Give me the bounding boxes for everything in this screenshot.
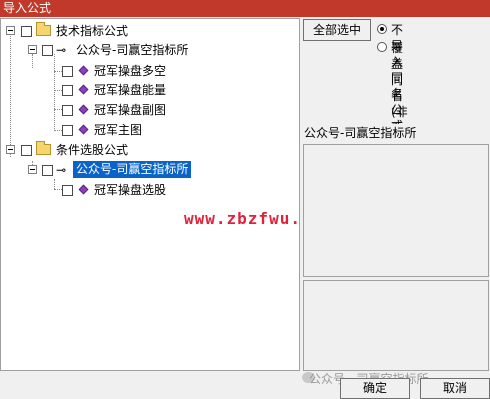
tree-item[interactable]: 冠军操盘选股 bbox=[1, 181, 291, 199]
group-checkbox[interactable] bbox=[21, 145, 32, 156]
item-checkbox[interactable] bbox=[62, 105, 73, 116]
site-watermark: www.zbzfwu.com bbox=[184, 209, 300, 228]
tree-group-indicators[interactable]: 技术指标公式 bbox=[1, 22, 291, 40]
tree-group-conditions[interactable]: 条件选股公式 bbox=[1, 141, 291, 159]
window-title: 导入公式 bbox=[3, 1, 52, 15]
select-all-button[interactable]: 全部选中 bbox=[303, 19, 371, 41]
tree-group-label: 条件选股公式 bbox=[56, 143, 129, 157]
item-checkbox[interactable] bbox=[62, 185, 73, 196]
tree-group-label: 技术指标公式 bbox=[56, 24, 129, 38]
tree-item[interactable]: 冠军操盘副图 bbox=[1, 101, 291, 119]
collapse-toggle[interactable] bbox=[28, 165, 37, 174]
formula-name-display: 公众号-司赢空指标所 bbox=[303, 124, 489, 144]
tree-item-label: 冠军操盘选股 bbox=[94, 183, 167, 197]
radio-button[interactable] bbox=[377, 42, 387, 52]
collapse-toggle[interactable] bbox=[6, 145, 15, 154]
tree-subgroup[interactable]: ⊸ 公众号-司赢空指标所 bbox=[1, 41, 291, 59]
window-title-bar: 导入公式 bbox=[0, 0, 490, 17]
formula-tree[interactable]: 技术指标公式 ⊸ 公众号-司赢空指标所 冠军操盘多空 冠军操盘能量 冠军操盘副图… bbox=[0, 18, 300, 371]
tree-subgroup[interactable]: ⊸ 公众号-司赢空指标所 bbox=[1, 161, 291, 179]
cancel-button[interactable]: 取消 bbox=[420, 378, 490, 399]
tree-item[interactable]: 冠军操盘多空 bbox=[1, 62, 291, 80]
formula-icon bbox=[78, 124, 89, 135]
formula-icon bbox=[78, 84, 89, 95]
collapse-toggle[interactable] bbox=[28, 45, 37, 54]
tree-item-label: 冠军操盘多空 bbox=[94, 64, 167, 78]
folder-icon bbox=[36, 141, 51, 155]
tree-item-label: 冠军操盘能量 bbox=[94, 83, 167, 97]
tree-subgroup-label-selected: 公众号-司赢空指标所 bbox=[73, 161, 192, 178]
tree-item-label: 冠军操盘副图 bbox=[94, 103, 167, 117]
subgroup-checkbox[interactable] bbox=[42, 45, 53, 56]
subgroup-checkbox[interactable] bbox=[42, 165, 53, 176]
radio-button[interactable] bbox=[377, 24, 387, 34]
formula-description-panel bbox=[303, 144, 489, 277]
folder-icon bbox=[36, 22, 51, 36]
item-checkbox[interactable] bbox=[62, 66, 73, 77]
tree-item[interactable]: 冠军操盘能量 bbox=[1, 81, 291, 99]
key-icon: ⊸ bbox=[56, 43, 67, 57]
collapse-toggle[interactable] bbox=[6, 26, 15, 35]
tree-item-label: 冠军主图 bbox=[94, 123, 143, 137]
tree-item[interactable]: 冠军主图 bbox=[1, 121, 291, 139]
formula-detail-panel bbox=[303, 280, 489, 371]
group-checkbox[interactable] bbox=[21, 26, 32, 37]
item-checkbox[interactable] bbox=[62, 125, 73, 136]
ok-button[interactable]: 确定 bbox=[340, 378, 410, 399]
formula-icon bbox=[78, 65, 89, 76]
formula-icon bbox=[78, 184, 89, 195]
key-icon: ⊸ bbox=[56, 163, 67, 177]
item-checkbox[interactable] bbox=[62, 85, 73, 96]
formula-icon bbox=[78, 104, 89, 115]
tree-subgroup-label: 公众号-司赢空指标所 bbox=[76, 43, 189, 57]
